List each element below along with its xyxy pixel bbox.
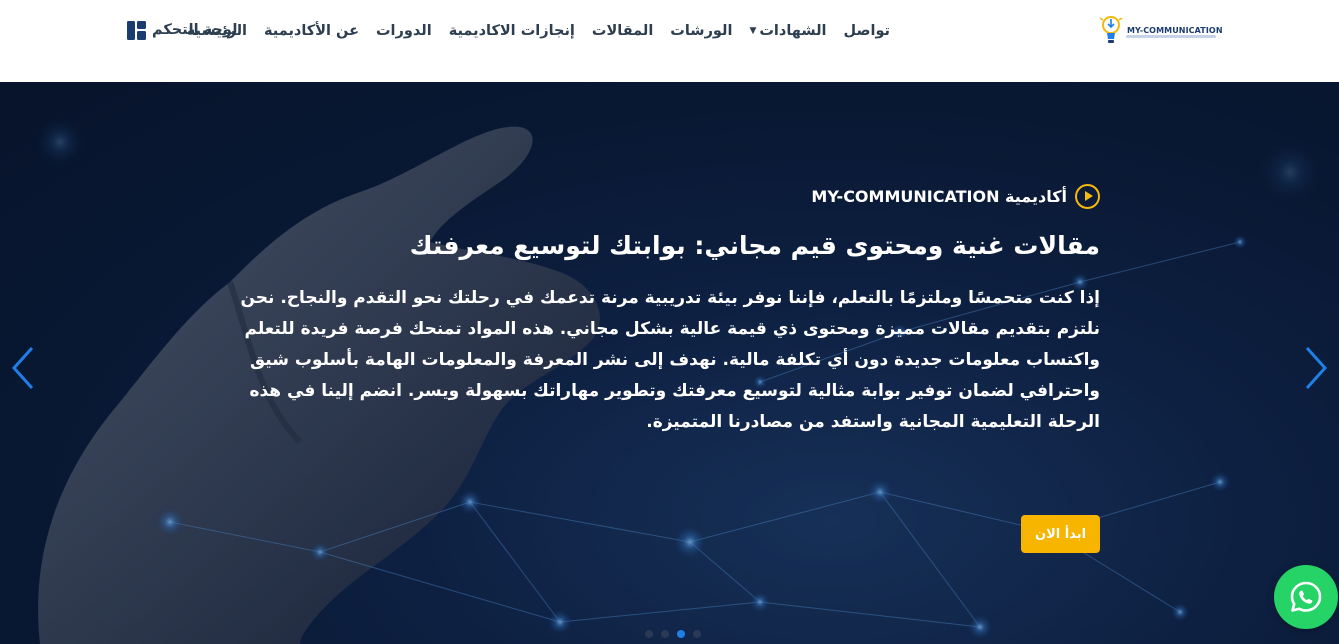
slider-dot-3-active[interactable] bbox=[677, 630, 685, 638]
play-circle-icon bbox=[1075, 183, 1100, 209]
hero-title: مقالات غنية ومحتوى قيم مجاني: بوابتك لتو… bbox=[409, 231, 1100, 260]
hero-subtitle: أكاديمية MY-COMMUNICATION bbox=[811, 186, 1067, 206]
site-header: MY-COMMUNICATION الرئيسية عن الأكاديمية … bbox=[0, 0, 1339, 82]
nav-item-certificates[interactable]: الشهادات ▼ bbox=[749, 23, 826, 39]
logo-text: MY-COMMUNICATION bbox=[1127, 25, 1223, 35]
slider-pagination bbox=[645, 630, 701, 638]
dashboard-label: لوحة التحكم bbox=[152, 22, 238, 38]
site-logo[interactable]: MY-COMMUNICATION bbox=[1098, 12, 1223, 48]
dashboard-link[interactable]: لوحة التحكم bbox=[127, 19, 237, 41]
nav-item-articles[interactable]: المقالات bbox=[592, 23, 653, 39]
caret-down-icon: ▼ bbox=[749, 26, 757, 36]
hero-content: أكاديمية MY-COMMUNICATION مقالات غنية وم… bbox=[240, 182, 1100, 438]
main-nav: الرئيسية عن الأكاديمية الدورات إنجازات ا… bbox=[187, 18, 890, 44]
slider-dot-1[interactable] bbox=[645, 630, 653, 638]
slider-dot-4[interactable] bbox=[693, 630, 701, 638]
nav-item-courses[interactable]: الدورات bbox=[376, 23, 432, 39]
hero-description: إذا كنت متحمسًا وملتزمًا بالتعلم، فإننا … bbox=[240, 288, 1100, 432]
whatsapp-button[interactable] bbox=[1274, 565, 1338, 629]
logo-tagline bbox=[1126, 35, 1216, 38]
nav-item-certificates-label: الشهادات bbox=[759, 23, 827, 39]
chevron-left-icon[interactable] bbox=[8, 344, 38, 392]
nav-item-about[interactable]: عن الأكاديمية bbox=[264, 23, 359, 39]
hero-subtitle-row: أكاديمية MY-COMMUNICATION bbox=[240, 182, 1100, 210]
nav-item-contact[interactable]: تواصل bbox=[844, 23, 890, 39]
dashboard-icon bbox=[127, 20, 146, 40]
hero-slider: أكاديمية MY-COMMUNICATION مقالات غنية وم… bbox=[0, 82, 1339, 644]
lightbulb-logo-icon bbox=[1099, 16, 1123, 43]
chevron-right-icon[interactable] bbox=[1301, 344, 1331, 392]
nav-item-achievements[interactable]: إنجازات الاكاديمية bbox=[449, 23, 575, 39]
nav-item-workshops[interactable]: الورشات bbox=[670, 23, 732, 39]
start-now-button[interactable]: ابدأ الان bbox=[1021, 515, 1100, 553]
whatsapp-icon bbox=[1290, 581, 1322, 612]
slider-dot-2[interactable] bbox=[661, 630, 669, 638]
